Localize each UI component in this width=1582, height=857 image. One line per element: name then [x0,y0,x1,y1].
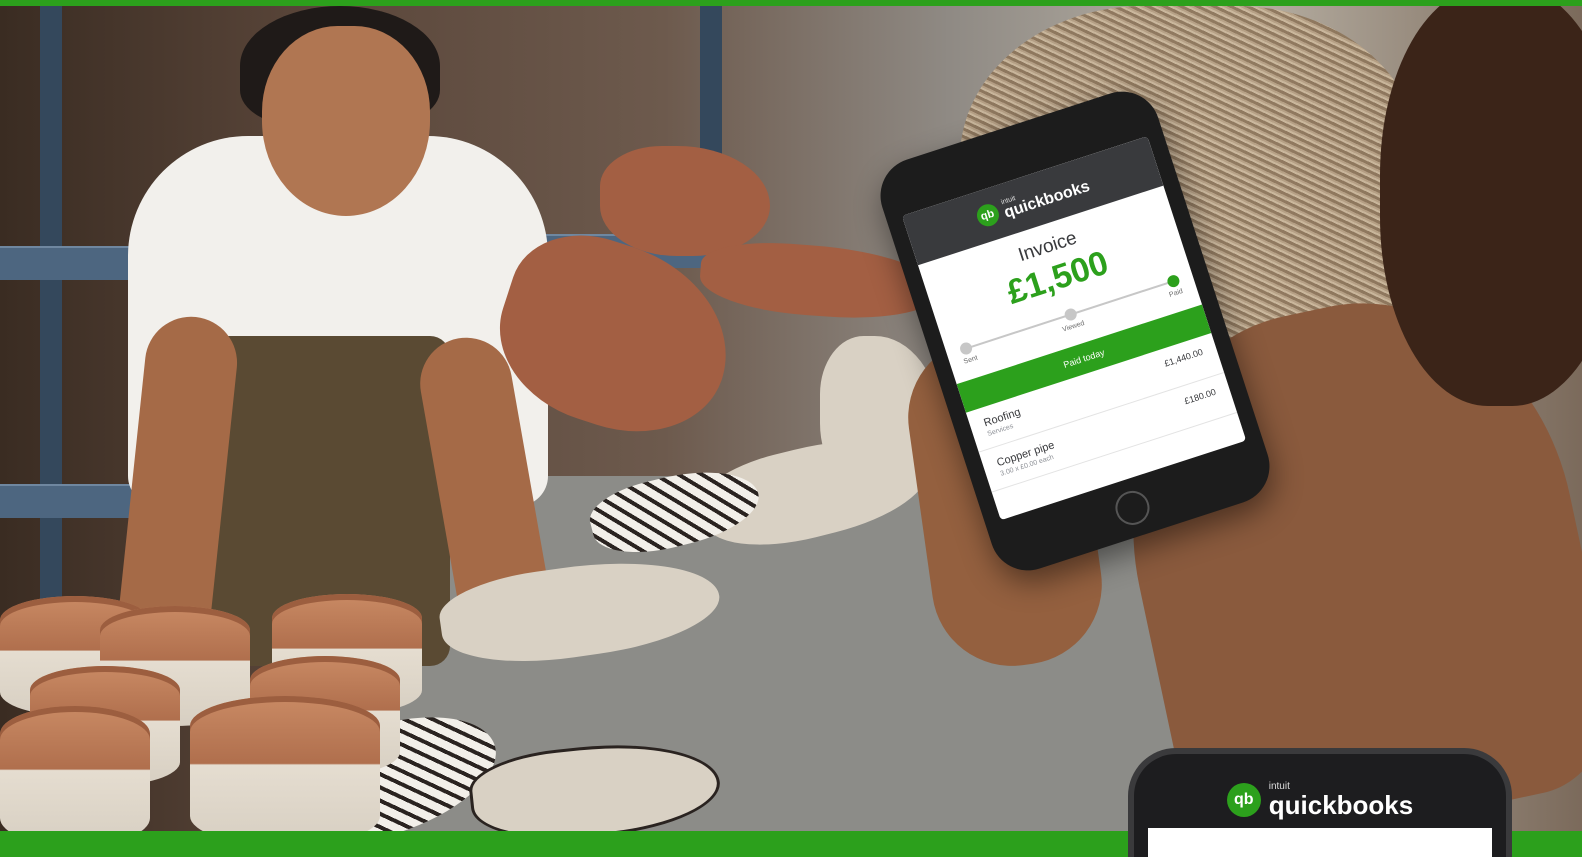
step-dot [958,340,974,357]
brand: intuit quickbooks [1000,172,1092,221]
home-button-icon[interactable] [1111,486,1154,530]
secondary-phone-device: qb intuit quickbooks [1128,748,1512,857]
clay-piece [600,146,770,256]
brand-name: quickbooks [1268,790,1414,820]
shelf [0,246,140,280]
step-dot-complete [1165,273,1181,289]
clay-pot [0,706,150,831]
photo-scene: qb intuit quickbooks Invoice £1,500 Sent… [0,6,1582,831]
step-dot [1063,306,1079,322]
secondary-app-header: qb intuit quickbooks [1154,774,1486,826]
secondary-phone-screen [1148,828,1492,857]
quickbooks-logo-icon: qb [1226,783,1261,817]
step-label: Paid [1168,287,1184,299]
step-label: Viewed [1061,319,1086,334]
line-item-amount: £1,440.00 [1162,346,1205,369]
brand: intuit quickbooks [1268,782,1414,820]
quickbooks-logo-icon: qb [973,201,1002,230]
man-head [1380,6,1582,406]
step-label: Sent [962,354,979,366]
line-item-amount: £180.00 [1183,386,1218,407]
woman-face [262,26,430,216]
clay-pot [190,696,380,831]
